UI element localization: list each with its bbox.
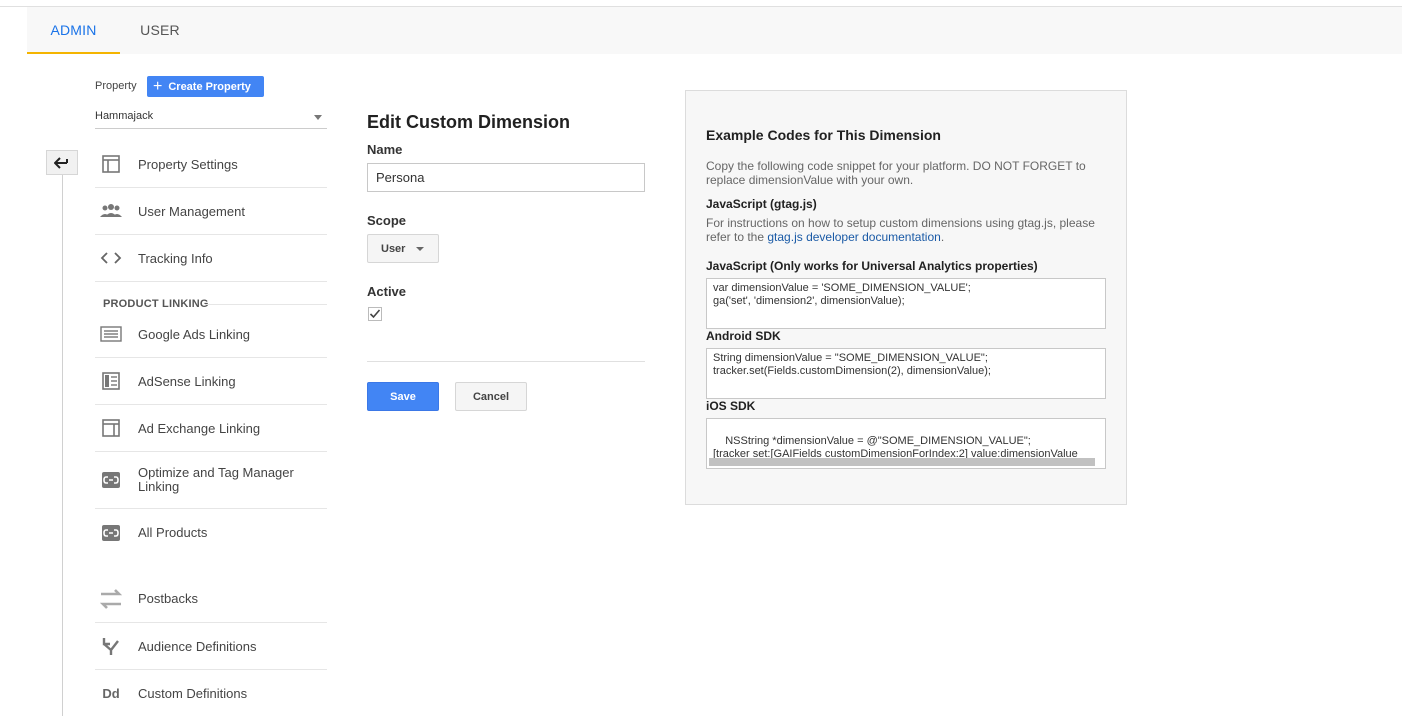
nav-item-optimize-tag-manager-linking[interactable]: Optimize and Tag Manager Linking (95, 452, 327, 509)
gtag-heading: JavaScript (gtag.js) (706, 197, 817, 211)
ios-code-text: NSString *dimensionValue = @"SOME_DIMENS… (713, 435, 1078, 460)
name-label: Name (367, 142, 403, 157)
checkmark-icon (368, 307, 382, 321)
nav-item-audience-definitions[interactable]: Audience Definitions (95, 623, 327, 670)
dropdown-caret-icon (416, 246, 425, 251)
nav-item-tracking-info[interactable]: Tracking Info (95, 235, 327, 282)
postbacks-icon (95, 588, 127, 609)
dropdown-caret-icon (314, 115, 322, 120)
nav-item-user-management[interactable]: User Management (95, 188, 327, 235)
ua-code-box[interactable]: var dimensionValue = 'SOME_DIMENSION_VAL… (706, 278, 1106, 329)
nav-item-label: Custom Definitions (138, 686, 248, 701)
horizontal-scrollbar[interactable] (709, 458, 1095, 466)
nav-item-label: AdSense Linking (138, 373, 236, 389)
example-codes-title: Example Codes for This Dimension (706, 127, 941, 143)
nav-item-label: Postbacks (138, 591, 198, 606)
nav-item-label: Google Ads Linking (138, 326, 251, 342)
nav-item-adsense-linking[interactable]: AdSense Linking (95, 358, 327, 405)
ads-icon (95, 324, 127, 344)
link-icon (95, 470, 127, 490)
example-codes-description: Copy the following code snippet for your… (706, 159, 1086, 187)
nav-item-label: User Management (138, 203, 245, 219)
save-button[interactable]: Save (367, 382, 439, 411)
property-label: Property (95, 80, 137, 92)
people-icon (95, 201, 127, 221)
nav-item-google-ads-linking[interactable]: Google Ads Linking (95, 311, 327, 358)
gtag-docs-link[interactable]: gtag.js developer documentation (767, 230, 940, 244)
nav-item-label: Ad Exchange Linking (138, 420, 261, 436)
product-linking-heading: PRODUCT LINKING (103, 298, 209, 310)
tab-admin[interactable]: ADMIN (27, 7, 120, 54)
ad-exchange-icon (95, 418, 127, 438)
back-button[interactable] (46, 150, 78, 175)
layout-icon (95, 154, 127, 174)
nav-item-ad-exchange-linking[interactable]: Ad Exchange Linking (95, 405, 327, 452)
nav-vertical-line (62, 170, 63, 716)
nav-item-label: Tracking Info (138, 250, 213, 266)
back-arrow-icon (54, 156, 68, 169)
nav-item-label: All Products (138, 525, 208, 540)
link-icon (95, 523, 127, 543)
scope-select-value: User (381, 242, 406, 255)
android-heading: Android SDK (706, 329, 781, 343)
nav-item-label: Property Settings (138, 156, 238, 172)
nav-item-label: Audience Definitions (138, 638, 257, 654)
top-tab-bar: ADMIN USER (27, 7, 1402, 54)
nav-item-custom-definitions[interactable]: Dd Custom Definitions (95, 670, 327, 716)
ua-heading: JavaScript (Only works for Universal Ana… (706, 259, 1038, 273)
example-codes-panel: Example Codes for This Dimension Copy th… (685, 90, 1127, 505)
gtag-text-after: . (940, 230, 945, 244)
page-title: Edit Custom Dimension (367, 112, 571, 132)
property-select[interactable]: Hammajack (95, 105, 327, 129)
android-code-box[interactable]: String dimensionValue = "SOME_DIMENSION_… (706, 348, 1106, 399)
property-select-value: Hammajack (95, 110, 154, 122)
tab-user[interactable]: USER (120, 7, 200, 54)
plus-icon: + (153, 77, 163, 95)
ios-heading: iOS SDK (706, 399, 756, 413)
scope-label: Scope (367, 213, 407, 228)
section-divider (205, 304, 327, 305)
active-label: Active (367, 284, 407, 299)
left-gutter (0, 0, 27, 716)
nav-item-label: Optimize and Tag Manager Linking (138, 465, 294, 494)
nav-item-all-products[interactable]: All Products (95, 509, 327, 556)
cancel-button[interactable]: Cancel (455, 382, 527, 411)
adsense-icon (95, 371, 127, 391)
dd-icon: Dd (102, 686, 120, 701)
nav-item-property-settings[interactable]: Property Settings (95, 141, 327, 188)
ios-code-box[interactable]: NSString *dimensionValue = @"SOME_DIMENS… (706, 418, 1106, 469)
form-divider (367, 361, 645, 362)
scope-select[interactable]: User (367, 234, 439, 263)
create-property-button[interactable]: + Create Property (147, 76, 264, 97)
active-checkbox[interactable] (368, 307, 382, 321)
audience-icon (95, 636, 127, 656)
code-icon (95, 248, 127, 268)
gtag-instructions: For instructions on how to setup custom … (706, 216, 1106, 244)
name-field[interactable] (367, 163, 645, 192)
nav-item-postbacks[interactable]: Postbacks (95, 575, 327, 623)
create-property-label: Create Property (168, 80, 251, 93)
